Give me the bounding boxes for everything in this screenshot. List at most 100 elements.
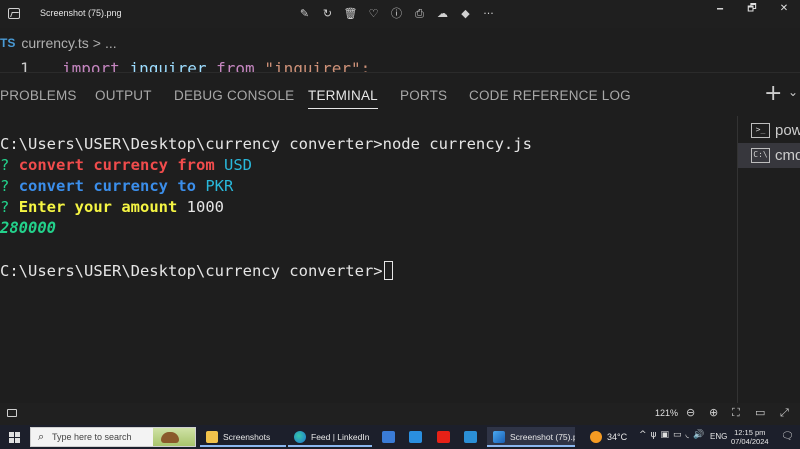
show-hidden-icons-icon[interactable]: ^ bbox=[639, 430, 647, 440]
viewer-title-bar: Screenshot (75).png ✎ ↻ 🗑 ♡ ⓘ ⎙ ☁ ◆ ··· … bbox=[0, 0, 800, 28]
close-icon[interactable]: ✕ bbox=[768, 0, 800, 20]
weather-icon[interactable] bbox=[590, 431, 602, 443]
notification-icon[interactable]: 🗨 bbox=[781, 431, 794, 442]
code-identifier: inquirer bbox=[129, 59, 207, 72]
system-tray: ^ ψ ▣ ▭ ◟ 🔊 bbox=[639, 430, 704, 440]
cmd-icon: C:\ bbox=[751, 148, 770, 163]
question-to: convert currency to bbox=[18, 177, 196, 195]
terminal-item-powershell[interactable]: >_ pow bbox=[738, 118, 800, 143]
breadcrumb-file[interactable]: currency.ts bbox=[21, 35, 88, 51]
code-keyword-import: import bbox=[62, 59, 120, 72]
folder-icon bbox=[206, 431, 218, 443]
breadcrumb: TS currency.ts > ... bbox=[0, 33, 117, 53]
terminal-item-label: cmd bbox=[775, 147, 800, 164]
search-placeholder: Type here to search bbox=[52, 432, 132, 442]
terminal-item-label: pow bbox=[775, 122, 800, 139]
taskbar-app-photos[interactable]: Screenshot (75).p... bbox=[487, 427, 575, 447]
volume-icon[interactable]: 🔊 bbox=[693, 430, 704, 440]
pen-icon[interactable]: ψ bbox=[651, 430, 657, 440]
wifi-icon[interactable]: ◟ bbox=[686, 430, 690, 440]
actual-size-icon[interactable]: ▭ bbox=[755, 406, 765, 419]
taskbar-app-screenshots[interactable]: Screenshots bbox=[200, 427, 286, 447]
clipchamp-icon[interactable]: ◆ bbox=[457, 5, 474, 22]
edit-icon[interactable]: ✎ bbox=[296, 5, 313, 22]
zoom-out-icon[interactable]: ⊖ bbox=[686, 406, 695, 419]
info-icon[interactable]: ⓘ bbox=[388, 5, 405, 22]
taskbar-app-label: Screenshot (75).p... bbox=[510, 432, 575, 442]
terminal-cursor bbox=[383, 261, 393, 280]
typescript-file-icon: TS bbox=[0, 36, 16, 50]
fullscreen-icon[interactable]: ⤢ bbox=[780, 406, 789, 420]
store-icon[interactable] bbox=[382, 431, 395, 443]
tab-problems[interactable]: PROBLEMS bbox=[0, 88, 77, 103]
battery-icon[interactable]: ▭ bbox=[673, 430, 682, 440]
editor-code-line[interactable]: 1 import inquirer from "inquirer"; bbox=[0, 57, 800, 72]
restore-icon[interactable]: 🗗 bbox=[736, 0, 768, 20]
youtube-icon[interactable] bbox=[437, 431, 450, 443]
panel-tabs: PROBLEMS OUTPUT DEBUG CONSOLE TERMINAL P… bbox=[0, 72, 800, 116]
delete-icon[interactable]: 🗑 bbox=[342, 5, 359, 22]
taskbar-app-edge[interactable]: Feed | LinkedIn a... bbox=[288, 427, 372, 447]
photos-icon bbox=[493, 431, 505, 443]
more-icon[interactable]: ··· bbox=[480, 5, 497, 22]
line-number: 1 bbox=[20, 59, 30, 72]
answer-from: USD bbox=[224, 156, 252, 174]
fit-icon[interactable]: ⛶ bbox=[732, 406, 740, 420]
weather-temperature[interactable]: 34°C bbox=[607, 432, 627, 442]
photos-app-icon bbox=[8, 8, 20, 19]
print-icon[interactable]: ⎙ bbox=[411, 5, 428, 22]
powershell-icon: >_ bbox=[751, 123, 770, 138]
windows-start-icon[interactable] bbox=[9, 432, 20, 443]
tab-output[interactable]: OUTPUT bbox=[95, 88, 152, 103]
zoom-in-icon[interactable]: ⊕ bbox=[709, 406, 718, 419]
tab-debug-console[interactable]: DEBUG CONSOLE bbox=[174, 88, 294, 103]
filmstrip-icon[interactable] bbox=[7, 409, 17, 417]
zoom-level[interactable]: 121% bbox=[655, 408, 678, 418]
terminal-item-cmd[interactable]: C:\ cmd bbox=[738, 143, 800, 168]
terminal-command: node currency.js bbox=[382, 135, 532, 153]
taskbar-app-label: Screenshots bbox=[223, 432, 271, 442]
tab-ports[interactable]: PORTS bbox=[400, 88, 447, 103]
tab-code-reference-log[interactable]: CODE REFERENCE LOG bbox=[469, 88, 631, 103]
display-icon[interactable]: ▣ bbox=[660, 430, 669, 440]
code-text: import inquirer from "inquirer"; bbox=[62, 59, 370, 72]
window-controls: 🗕 🗗 ✕ bbox=[704, 0, 800, 20]
clock-date: 07/04/2024 bbox=[731, 437, 769, 446]
favorite-icon[interactable]: ♡ bbox=[365, 5, 382, 22]
taskbar-app-label: Feed | LinkedIn a... bbox=[311, 432, 372, 442]
rotate-icon[interactable]: ↻ bbox=[319, 5, 336, 22]
taskbar: ⌕ Type here to search Screenshots Feed |… bbox=[0, 425, 800, 449]
chevron-right-icon: > bbox=[92, 35, 101, 51]
question-from: convert currency from bbox=[18, 156, 215, 174]
window-title: Screenshot (75).png bbox=[40, 8, 122, 18]
vscode-icon[interactable] bbox=[464, 431, 477, 443]
taskbar-search[interactable]: ⌕ Type here to search bbox=[30, 427, 196, 447]
clock[interactable]: 12:15 pm 07/04/2024 bbox=[731, 428, 769, 446]
terminal-output[interactable]: C:\Users\USER\Desktop\currency converter… bbox=[0, 116, 737, 403]
tab-terminal[interactable]: TERMINAL bbox=[308, 88, 378, 109]
answer-to: PKR bbox=[205, 177, 234, 195]
terminal-prompt: C:\Users\USER\Desktop\currency converter… bbox=[0, 135, 383, 153]
minimize-icon[interactable]: 🗕 bbox=[704, 0, 736, 20]
terminal-result: 280000 bbox=[0, 219, 56, 237]
terminal-line-prompt: C:\Users\USER\Desktop\currency converter… bbox=[0, 261, 393, 280]
question-mark: ? bbox=[0, 156, 10, 174]
search-highlight-image bbox=[153, 428, 195, 446]
clock-time: 12:15 pm bbox=[734, 428, 766, 437]
onedrive-icon[interactable]: ☁ bbox=[434, 5, 451, 22]
mail-icon[interactable] bbox=[409, 431, 422, 443]
breadcrumb-more[interactable]: ... bbox=[105, 35, 117, 51]
code-string: "inquirer"; bbox=[264, 59, 371, 72]
code-keyword-from: from bbox=[216, 59, 255, 72]
chevron-down-icon[interactable]: ⌄ bbox=[788, 85, 798, 99]
language-indicator[interactable]: ENG bbox=[710, 432, 727, 441]
new-terminal-icon[interactable]: + bbox=[764, 81, 782, 106]
question-amount: Enter your amount bbox=[18, 198, 178, 216]
viewer-bottom-bar: 121% ⊖ ⊕ ⛶ ▭ ⤢ bbox=[0, 403, 800, 425]
viewer-toolbar: ✎ ↻ 🗑 ♡ ⓘ ⎙ ☁ ◆ ··· bbox=[296, 5, 497, 22]
terminal-line-command: C:\Users\USER\Desktop\currency converter… bbox=[0, 135, 532, 153]
terminal-prompt: C:\Users\USER\Desktop\currency converter… bbox=[0, 262, 383, 280]
terminal-line-q1: ? convert currency from USD bbox=[0, 156, 252, 174]
edge-icon bbox=[294, 431, 306, 443]
answer-amount: 1000 bbox=[186, 198, 224, 216]
